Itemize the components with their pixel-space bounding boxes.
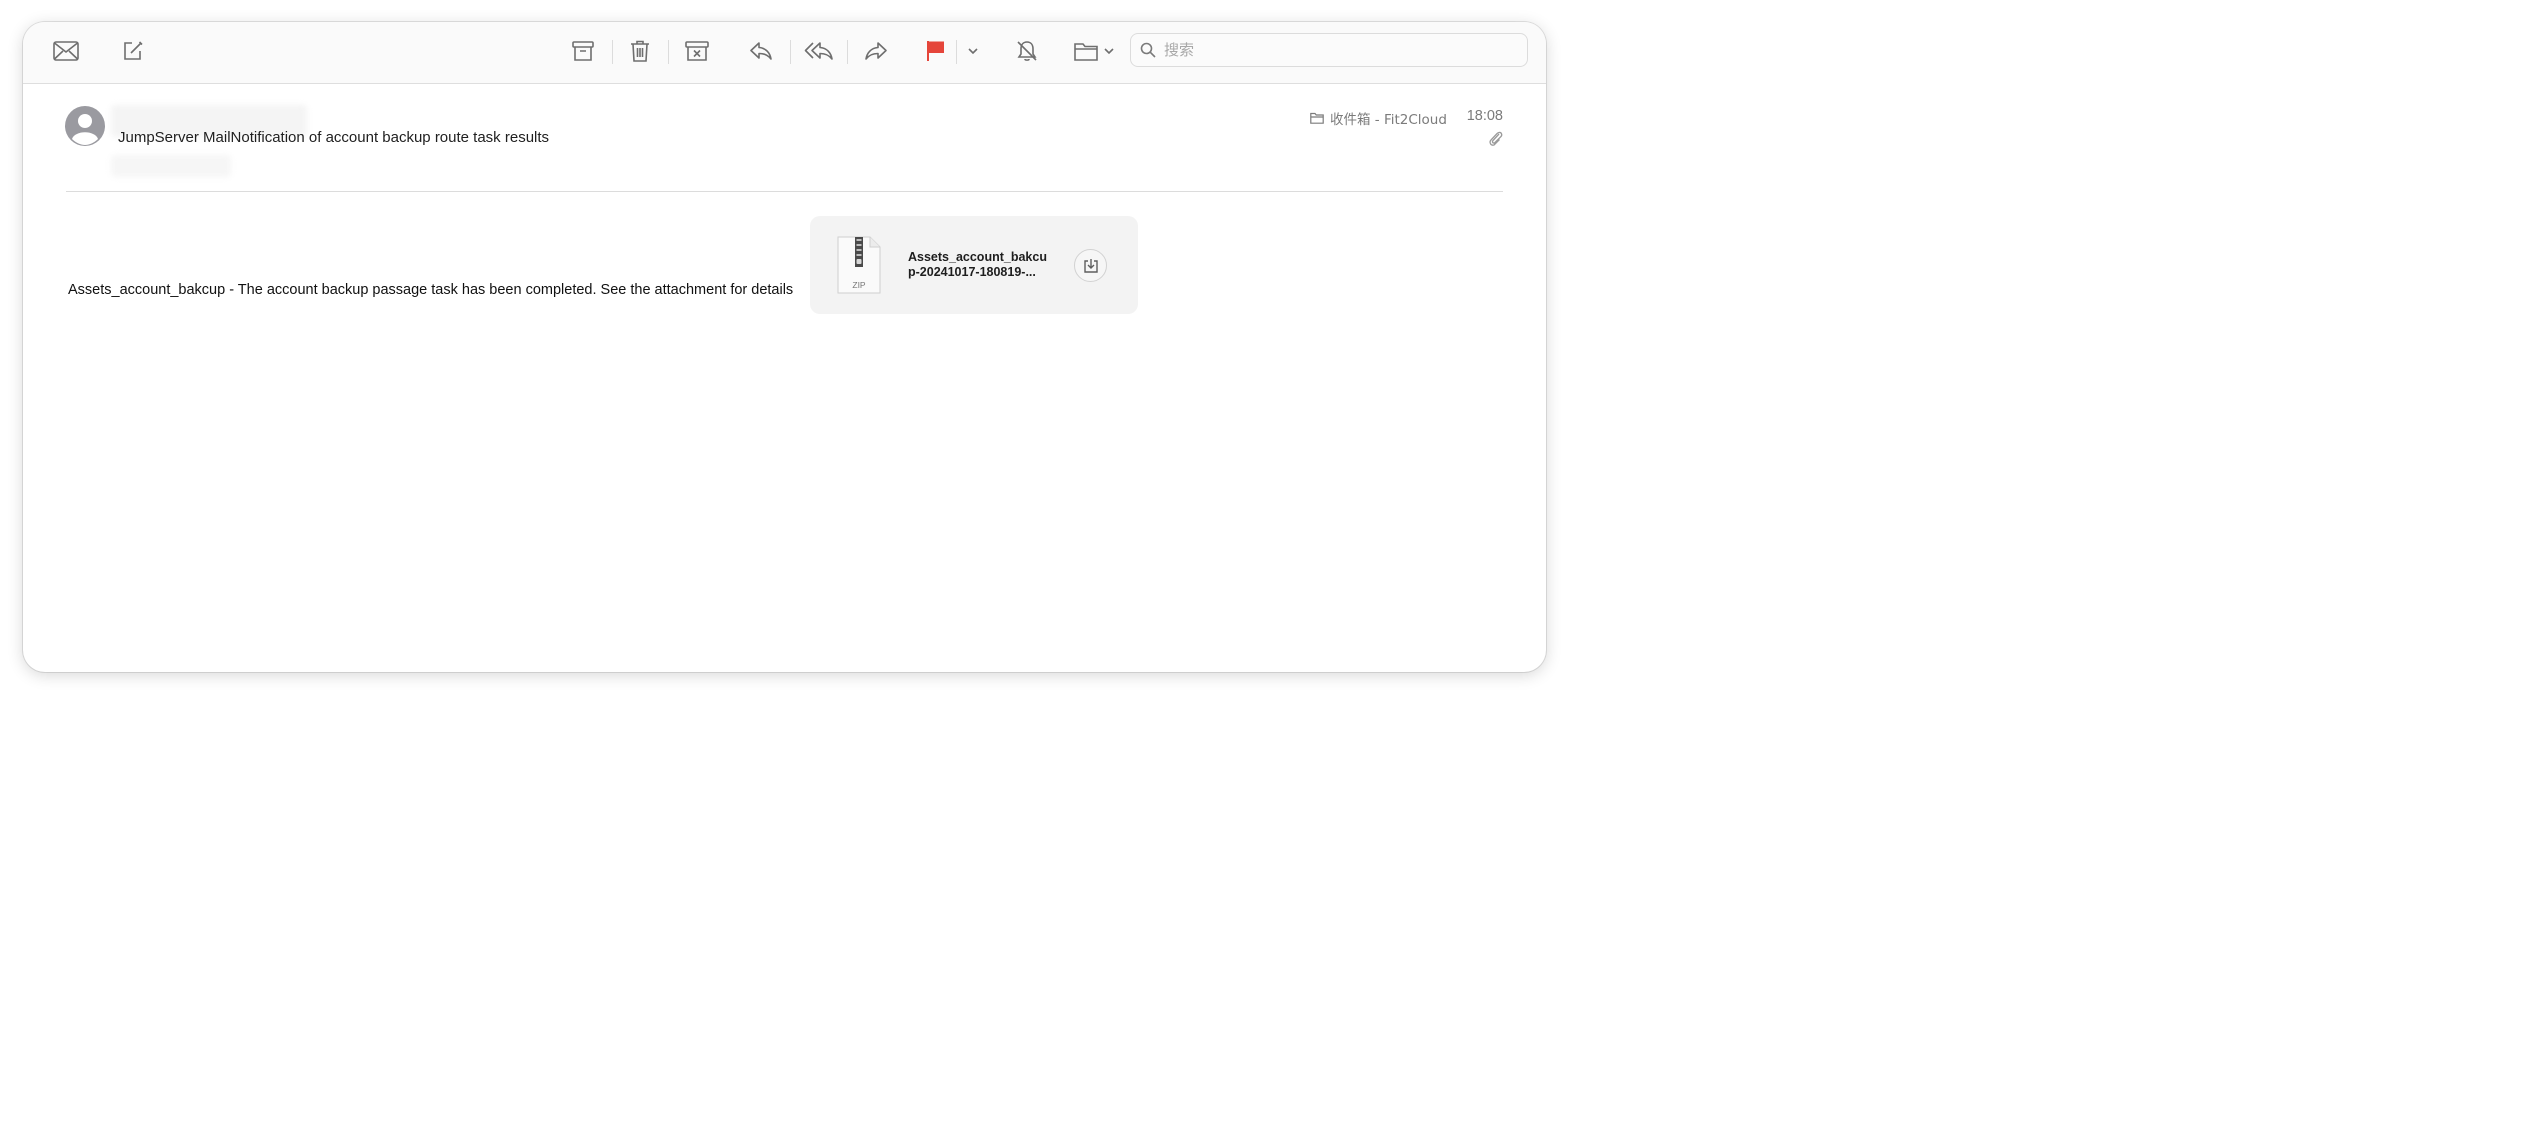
reply-button[interactable] bbox=[747, 36, 775, 66]
forward-icon bbox=[865, 42, 887, 60]
mute-button[interactable] bbox=[1013, 36, 1041, 66]
forward-button[interactable] bbox=[862, 36, 890, 66]
paperclip-icon bbox=[1489, 131, 1503, 146]
compose-button[interactable] bbox=[119, 36, 147, 66]
mailbox-label: 收件箱 - Fit2Cloud bbox=[1310, 108, 1447, 128]
move-to-folder-button[interactable] bbox=[1072, 36, 1116, 66]
flag-menu-button[interactable] bbox=[965, 36, 981, 66]
toolbar-separator bbox=[790, 40, 791, 64]
message-subject: JumpServer MailNotification of account b… bbox=[118, 129, 550, 146]
toolbar-separator bbox=[668, 40, 669, 64]
attachment-card[interactable]: ZIP Assets_account_bakcu p-20241017-1808… bbox=[810, 216, 1138, 314]
file-type-label: ZIP bbox=[852, 280, 866, 290]
download-icon bbox=[1083, 258, 1098, 273]
envelope-icon bbox=[53, 41, 79, 61]
attachment-name-line2: p-20241017-180819-... bbox=[908, 265, 1036, 279]
message-time: 18:08 bbox=[1466, 108, 1503, 124]
flag-icon bbox=[927, 41, 944, 61]
download-button[interactable] bbox=[1074, 249, 1107, 282]
mailbox-name: 收件箱 - Fit2Cloud bbox=[1330, 112, 1447, 128]
attachment-indicator bbox=[1488, 130, 1504, 153]
junk-icon bbox=[685, 41, 709, 61]
attachment-name: Assets_account_bakcu p-20241017-180819-.… bbox=[908, 250, 1060, 280]
archive-button[interactable] bbox=[569, 36, 597, 66]
chevron-down-icon bbox=[1104, 47, 1114, 54]
search-icon bbox=[1140, 42, 1156, 58]
reply-all-icon bbox=[804, 42, 833, 60]
delete-button[interactable] bbox=[626, 36, 654, 66]
zip-file-icon: ZIP bbox=[836, 236, 882, 294]
toolbar bbox=[23, 22, 1546, 84]
get-mail-button[interactable] bbox=[51, 36, 81, 66]
toolbar-separator bbox=[612, 40, 613, 64]
attachment-name-line1: Assets_account_bakcu bbox=[908, 250, 1047, 264]
sender-avatar bbox=[65, 106, 105, 146]
junk-button[interactable] bbox=[682, 36, 712, 66]
redacted-recipient bbox=[111, 155, 231, 177]
folder-icon bbox=[1310, 112, 1324, 124]
reply-all-button[interactable] bbox=[803, 36, 835, 66]
search-box[interactable] bbox=[1130, 33, 1528, 67]
bell-slash-icon bbox=[1017, 41, 1037, 61]
toolbar-separator bbox=[847, 40, 848, 64]
mail-window: JumpServer MailNotification of account b… bbox=[23, 22, 1546, 672]
chevron-down-icon bbox=[968, 47, 978, 54]
message-body: Assets_account_bakcup - The account back… bbox=[68, 282, 794, 298]
compose-icon bbox=[124, 41, 143, 60]
reply-icon bbox=[750, 42, 772, 60]
flag-button[interactable] bbox=[923, 36, 947, 66]
header-divider bbox=[66, 191, 1503, 192]
trash-icon bbox=[631, 40, 649, 62]
toolbar-separator bbox=[956, 40, 957, 64]
folder-icon bbox=[1074, 43, 1098, 61]
search-input[interactable] bbox=[1164, 41, 1527, 59]
archive-icon bbox=[572, 41, 594, 61]
